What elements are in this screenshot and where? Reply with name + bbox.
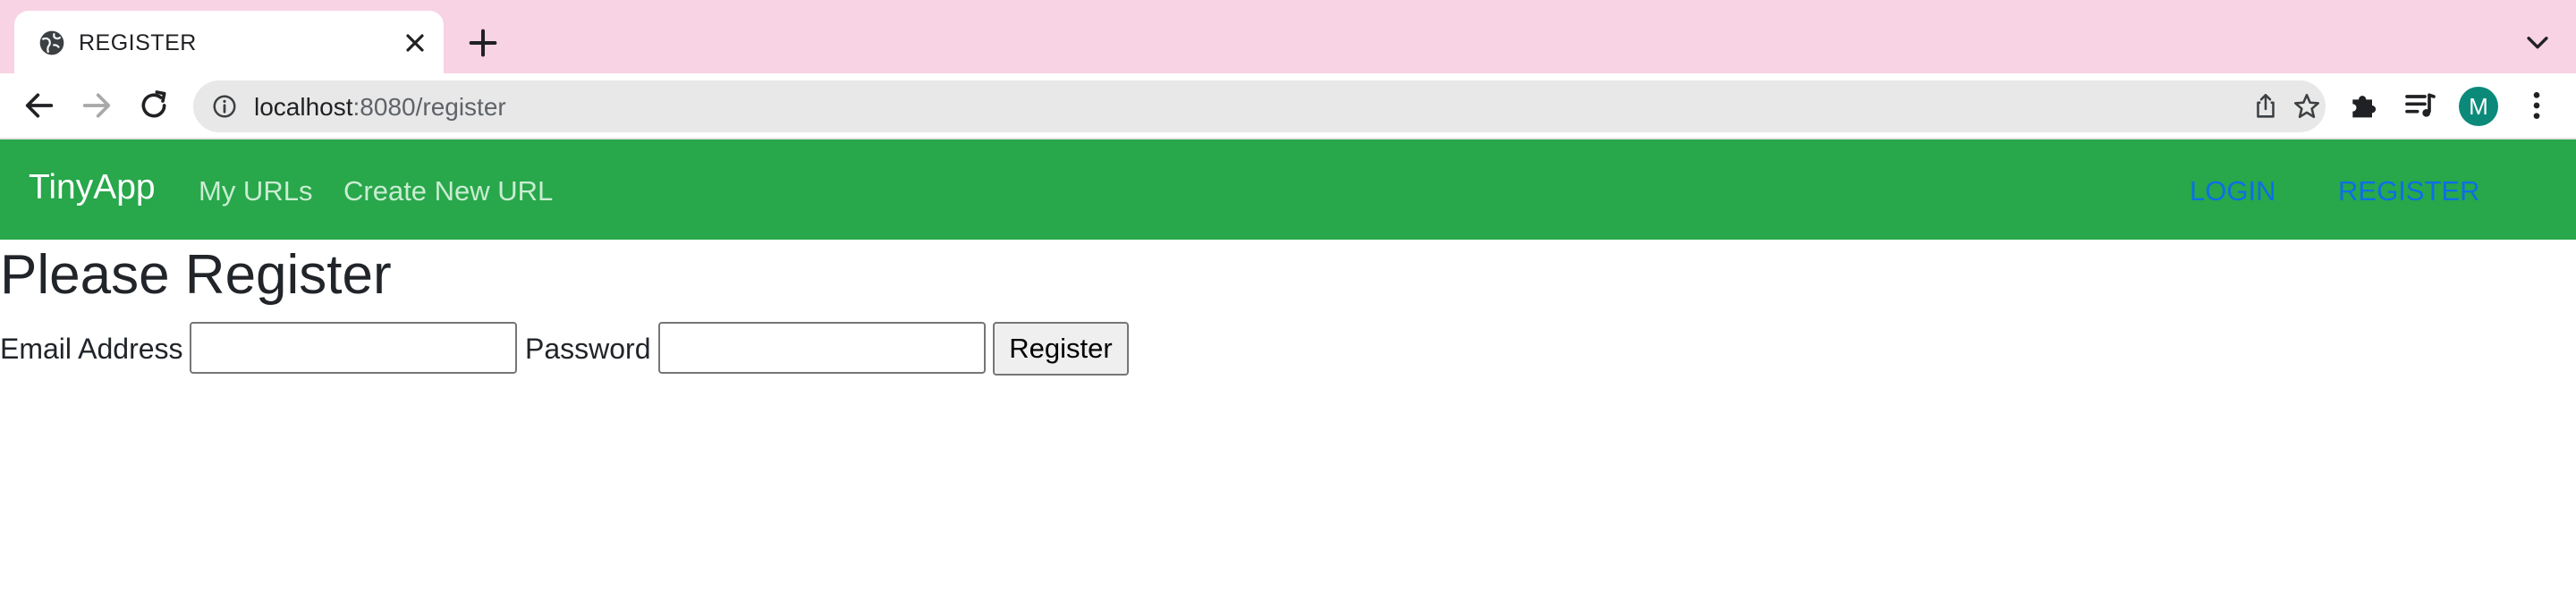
page-title: Please Register xyxy=(0,244,392,306)
register-button[interactable]: Register xyxy=(993,322,1129,376)
more-vert-icon[interactable] xyxy=(2519,88,2555,123)
puzzle-icon[interactable] xyxy=(2345,88,2381,123)
address-bar[interactable]: localhost:8080/register xyxy=(193,80,2326,132)
nav-link-my-urls[interactable]: My URLs xyxy=(199,175,312,207)
nav-link-register[interactable]: REGISTER xyxy=(2338,175,2479,207)
info-icon[interactable] xyxy=(211,93,238,120)
email-field[interactable] xyxy=(190,322,517,374)
password-field[interactable] xyxy=(658,322,986,374)
url-path: :8080/register xyxy=(352,93,506,121)
back-arrow-icon[interactable] xyxy=(21,88,57,123)
url-host: localhost xyxy=(254,93,353,121)
app-navbar: TinyApp My URLs Create New URL LOGIN REG… xyxy=(0,139,2576,240)
brand-logo[interactable]: TinyApp xyxy=(29,168,156,207)
nav-link-create-new-url[interactable]: Create New URL xyxy=(343,175,553,207)
password-label: Password xyxy=(525,333,651,365)
nav-link-login[interactable]: LOGIN xyxy=(2190,175,2275,207)
star-icon[interactable] xyxy=(2292,91,2322,122)
share-icon[interactable] xyxy=(2250,91,2281,122)
close-icon[interactable] xyxy=(401,29,429,57)
browser-tab[interactable]: REGISTER xyxy=(14,11,444,73)
browser-toolbar: localhost:8080/register M xyxy=(0,73,2576,139)
chevron-down-icon[interactable] xyxy=(2522,27,2553,57)
browser-tab-strip: REGISTER xyxy=(0,0,2576,73)
url-text[interactable]: localhost:8080/register xyxy=(254,93,506,122)
reading-list-icon[interactable] xyxy=(2402,88,2438,123)
email-label: Email Address xyxy=(0,333,183,365)
forward-arrow-icon[interactable] xyxy=(79,88,114,123)
tab-title: REGISTER xyxy=(79,30,197,55)
avatar[interactable]: M xyxy=(2459,87,2498,126)
reload-icon[interactable] xyxy=(136,88,172,123)
plus-icon[interactable] xyxy=(465,25,501,61)
globe-icon xyxy=(39,30,64,55)
